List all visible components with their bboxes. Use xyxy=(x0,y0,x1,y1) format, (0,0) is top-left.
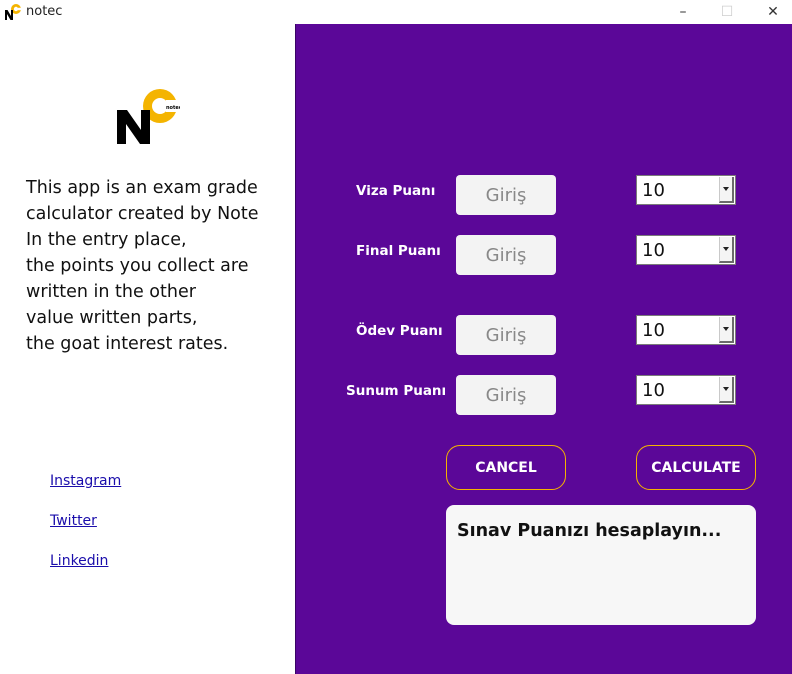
about-line: This app is an exam grade xyxy=(26,178,258,198)
result-box: Sınav Puanızı hesaplayın... xyxy=(446,505,756,625)
linkedin-link[interactable]: Linkedin xyxy=(50,553,108,569)
notec-logo-icon xyxy=(5,4,22,20)
about-line: In the entry place, xyxy=(26,230,187,250)
final-rate-select[interactable]: 10 xyxy=(636,235,736,265)
viza-label: Viza Puanı xyxy=(356,183,436,199)
info-panel: notec This app is an exam grade calculat… xyxy=(0,24,295,674)
logo-small-text: notec xyxy=(166,105,180,111)
final-input[interactable] xyxy=(456,235,556,275)
sunum-label: Sunum Puanı xyxy=(346,383,447,399)
about-line: value written parts, xyxy=(26,308,198,328)
final-label: Final Puanı xyxy=(356,243,441,259)
sunum-rate-value: 10 xyxy=(642,380,665,401)
instagram-link[interactable]: Instagram xyxy=(50,473,121,489)
notec-logo: notec xyxy=(117,89,180,144)
title-bar: notec – ☐ ✕ xyxy=(0,0,792,24)
twitter-link[interactable]: Twitter xyxy=(50,513,97,529)
about-line: the points you collect are xyxy=(26,256,249,276)
window-title: notec xyxy=(26,4,63,19)
viza-rate-value: 10 xyxy=(642,180,665,201)
calculator-panel: Viza Puanı 10 Final Puanı 10 Ödev Puanı … xyxy=(295,24,792,674)
chevron-down-icon[interactable] xyxy=(719,317,734,343)
about-text: This app is an exam grade calculator cre… xyxy=(26,175,294,357)
chevron-down-icon[interactable] xyxy=(719,177,734,203)
calculate-button[interactable]: CALCULATE xyxy=(636,445,756,490)
odev-label: Ödev Puanı xyxy=(356,323,443,339)
final-rate-value: 10 xyxy=(642,240,665,261)
maximize-button[interactable]: ☐ xyxy=(704,0,750,24)
odev-rate-value: 10 xyxy=(642,320,665,341)
about-line: the goat interest rates. xyxy=(26,334,229,354)
viza-rate-select[interactable]: 10 xyxy=(636,175,736,205)
viza-input[interactable] xyxy=(456,175,556,215)
odev-input[interactable] xyxy=(456,315,556,355)
minimize-button[interactable]: – xyxy=(660,0,706,24)
cancel-button[interactable]: CANCEL xyxy=(446,445,566,490)
close-button[interactable]: ✕ xyxy=(750,0,792,24)
sunum-rate-select[interactable]: 10 xyxy=(636,375,736,405)
about-line: calculator created by Note xyxy=(26,204,259,224)
sunum-input[interactable] xyxy=(456,375,556,415)
about-line: written in the other xyxy=(26,282,196,302)
result-text: Sınav Puanızı hesaplayın... xyxy=(457,521,722,541)
chevron-down-icon[interactable] xyxy=(719,237,734,263)
odev-rate-select[interactable]: 10 xyxy=(636,315,736,345)
chevron-down-icon[interactable] xyxy=(719,377,734,403)
